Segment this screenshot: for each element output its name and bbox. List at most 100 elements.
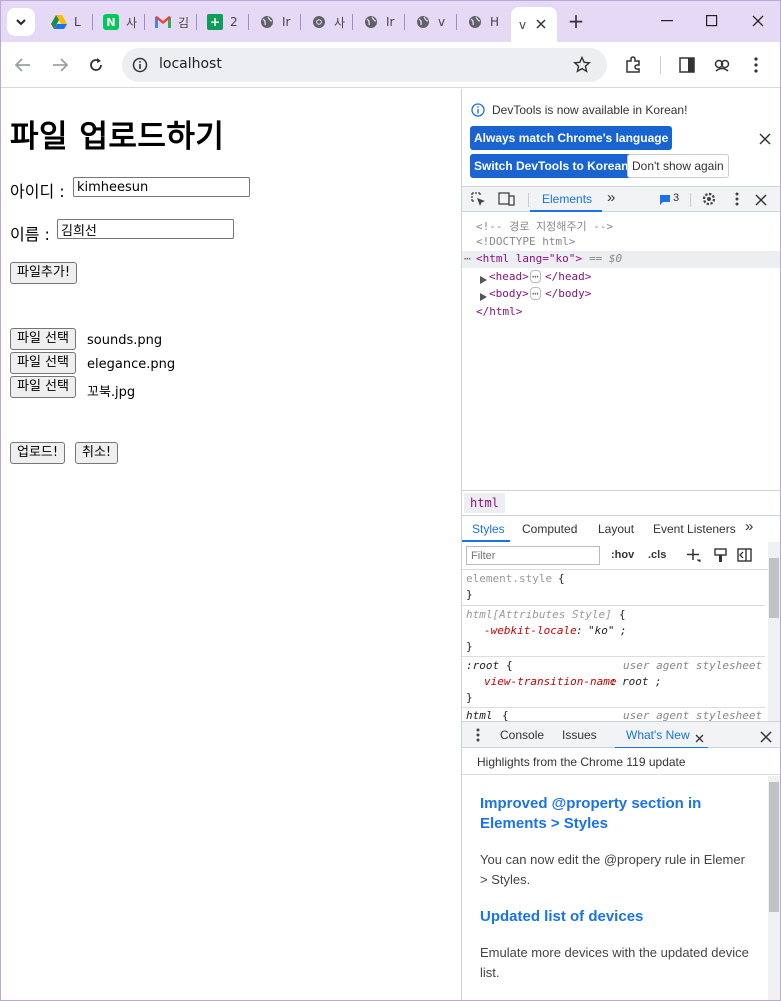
drawer-close-icon[interactable]	[760, 730, 772, 748]
style-rule-element[interactable]: element.style { }	[462, 570, 765, 606]
dom-head-close[interactable]: </head>	[545, 270, 591, 283]
close-icon[interactable]	[536, 18, 546, 32]
dom-body-open[interactable]: <body>	[489, 287, 529, 300]
reload-icon[interactable]	[86, 55, 106, 75]
site-info-icon[interactable]	[132, 57, 148, 77]
settings-gear-icon[interactable]	[701, 191, 717, 212]
tab-1[interactable]: N 사	[103, 10, 137, 34]
tab-layout[interactable]: Layout	[598, 522, 634, 536]
tab-2[interactable]: 김	[155, 10, 189, 34]
whats-new-heading-1[interactable]: Improved @property section in	[480, 794, 701, 814]
devtools-menu-kebab-icon[interactable]	[735, 192, 739, 211]
dont-show-again-button[interactable]: Don't show again	[627, 154, 729, 178]
file-select-button-1[interactable]: 파일 선택	[10, 328, 76, 350]
id-input[interactable]	[73, 177, 250, 197]
cancel-button[interactable]: 취소!	[75, 442, 119, 464]
tab-issues[interactable]: Issues	[562, 728, 597, 742]
dom-body-ellipsis[interactable]: ⋯	[530, 287, 541, 300]
whats-new-header: Highlights from the Chrome 119 update	[462, 748, 780, 775]
browser-window: L N 사 김 + 2 Ir 사 Ir v H v + localhost 파일…	[0, 0, 781, 1001]
style-rule-root[interactable]: :root { user agent stylesheet view-trans…	[462, 657, 765, 708]
issues-count[interactable]: 3	[673, 192, 679, 204]
devtools-close-icon[interactable]	[755, 193, 767, 211]
tab-6[interactable]: Ir	[363, 10, 394, 34]
paint-brush-icon[interactable]	[714, 548, 727, 568]
styles-scrollbar[interactable]	[768, 542, 780, 721]
switch-to-korean-button[interactable]: Switch DevTools to Korean	[470, 154, 633, 178]
expand-triangle-icon[interactable]	[480, 288, 487, 306]
dom-html-close[interactable]: </html>	[476, 305, 522, 318]
dom-comment[interactable]: <!-- 경로 지정해주기 -->	[476, 218, 613, 234]
close-tab-icon[interactable]	[695, 730, 704, 748]
tab-strip: L N 사 김 + 2 Ir 사 Ir v H v +	[1, 1, 780, 42]
rule-property: -webkit-locale	[484, 624, 577, 637]
side-panel-icon[interactable]	[677, 55, 697, 75]
hov-toggle[interactable]: :hov	[611, 549, 634, 561]
expand-triangle-icon[interactable]	[480, 271, 487, 289]
file-select-button-2[interactable]: 파일 선택	[10, 352, 76, 374]
tab-computed[interactable]: Computed	[522, 522, 577, 536]
tab-3[interactable]: + 2	[207, 10, 238, 34]
address-bar[interactable]: localhost	[122, 48, 607, 82]
style-rule-attributes[interactable]: html[Attributes Style] { -webkit-locale …	[462, 606, 765, 657]
tab-label: 사	[334, 15, 346, 30]
dom-doctype[interactable]: <!DOCTYPE html>	[476, 235, 575, 248]
minimize-icon[interactable]	[655, 11, 679, 31]
more-tabs-icon[interactable]: »	[607, 189, 615, 206]
drawer-menu-kebab-icon[interactable]	[476, 728, 480, 747]
name-input[interactable]	[57, 219, 234, 239]
back-arrow-icon[interactable]	[13, 55, 33, 75]
profile-avatar-icon[interactable]	[712, 55, 732, 75]
infobar-close-icon[interactable]	[759, 132, 771, 150]
tab-search-button[interactable]	[7, 8, 35, 36]
upload-button[interactable]: 업로드!	[10, 442, 66, 464]
name-label: 이름 :	[10, 225, 50, 244]
rule-brace: }	[466, 588, 473, 601]
always-match-language-button[interactable]: Always match Chrome's language	[470, 126, 673, 150]
page-content: 파일 업로드하기 아이디 : 이름 : 파일추가! 파일 선택 sounds.p…	[1, 89, 461, 1000]
tab-active[interactable]: v	[511, 7, 557, 42]
tab-4[interactable]: Ir	[259, 10, 290, 34]
bookmark-star-icon[interactable]	[573, 55, 591, 78]
breadcrumb-html[interactable]: html	[464, 493, 505, 513]
tab-5[interactable]: 사	[311, 10, 345, 34]
url-text[interactable]: localhost	[159, 56, 222, 72]
tab-styles[interactable]: Styles	[472, 522, 505, 536]
issues-badge-icon[interactable]	[659, 193, 671, 211]
add-file-button[interactable]: 파일추가!	[10, 262, 78, 284]
tab-elements[interactable]: Elements	[542, 192, 592, 206]
tab-console[interactable]: Console	[500, 728, 544, 742]
menu-kebab-icon[interactable]	[746, 55, 766, 75]
styles-filter-input[interactable]	[466, 546, 600, 565]
forward-arrow-icon[interactable]	[50, 55, 70, 75]
file-select-button-3[interactable]: 파일 선택	[10, 376, 76, 398]
computed-sidebar-icon[interactable]	[737, 548, 752, 567]
dom-selected-marker: == $0	[589, 252, 623, 265]
window-close-icon[interactable]	[746, 11, 770, 31]
infobar-text: DevTools is now available in Korean!	[492, 103, 688, 117]
style-rule-html[interactable]: html { user agent stylesheet	[462, 708, 765, 721]
dom-body-close[interactable]: </body>	[545, 287, 591, 300]
maximize-icon[interactable]	[700, 11, 724, 31]
dom-node-html-selected[interactable]: ⋯ <html lang="ko"> == $0	[462, 251, 780, 268]
dom-head-ellipsis[interactable]: ⋯	[530, 270, 541, 283]
file-name-2: elegance.png	[87, 357, 176, 372]
tab-0[interactable]: L	[51, 10, 81, 34]
more-tabs-icon[interactable]: »	[745, 518, 753, 535]
extensions-icon[interactable]	[623, 55, 643, 75]
dom-head-open[interactable]: <head>	[489, 270, 529, 283]
inspect-element-icon[interactable]	[471, 192, 486, 212]
new-tab-button[interactable]: +	[566, 11, 586, 31]
device-toolbar-icon[interactable]	[498, 192, 515, 212]
tab-7[interactable]: v	[415, 10, 445, 34]
tab-whats-new[interactable]: What's New	[626, 728, 690, 742]
globe-icon	[415, 14, 431, 30]
whats-new-scrollbar[interactable]	[768, 776, 780, 1000]
cls-toggle[interactable]: .cls	[648, 549, 666, 561]
new-style-rule-icon[interactable]	[686, 548, 701, 568]
whats-new-heading-2[interactable]: Updated list of devices	[480, 907, 643, 927]
tab-event-listeners[interactable]: Event Listeners	[653, 522, 736, 536]
whats-new-heading-1-line2[interactable]: Elements > Styles	[480, 814, 608, 834]
rule-brace: {	[506, 659, 513, 672]
tab-8[interactable]: H	[467, 10, 499, 34]
